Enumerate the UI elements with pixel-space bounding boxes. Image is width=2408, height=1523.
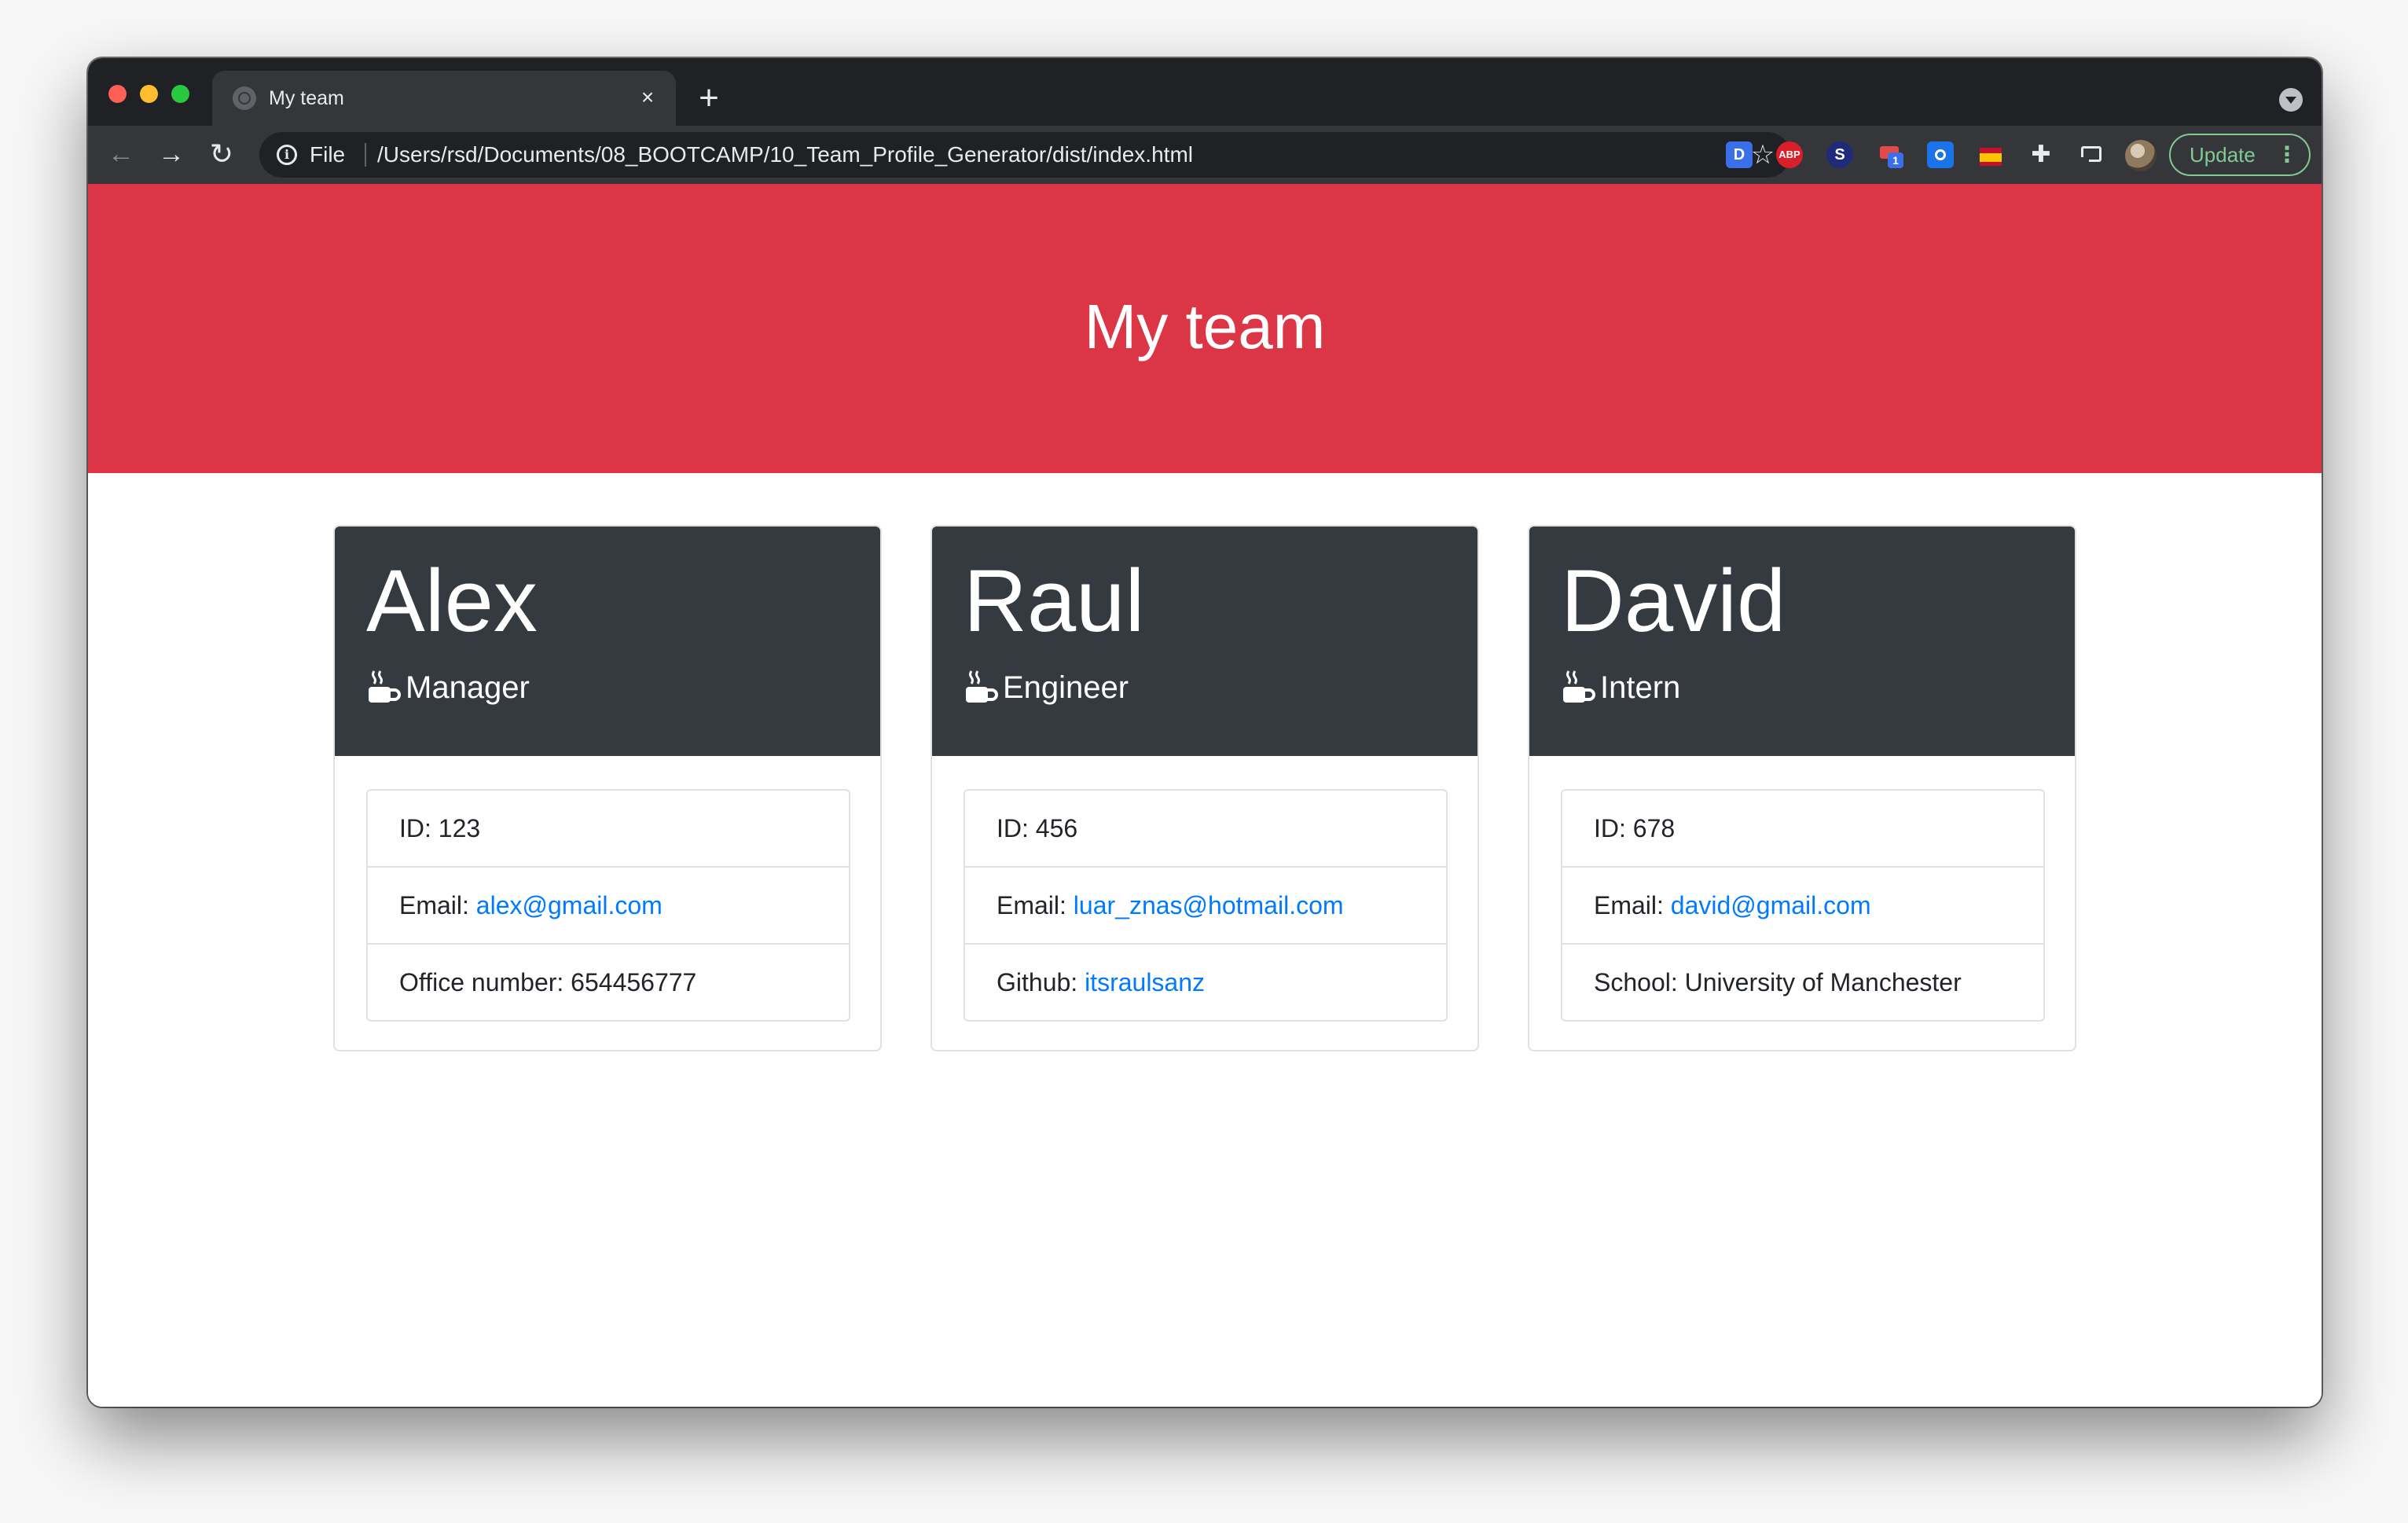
reload-icon[interactable]: ↻ <box>201 134 242 174</box>
employee-name: David <box>1561 552 1786 650</box>
browser-window: My team × + ← → ↻ i File /Users/rsd/Docu… <box>88 58 2322 1407</box>
cast-icon[interactable] <box>2078 141 2105 168</box>
globe-icon <box>233 86 256 110</box>
id-item: ID: 678 <box>1562 791 2043 868</box>
office-number-item: Office number: 654456777 <box>368 945 849 1020</box>
employee-card: David Intern ID: 678 Email: david@gmail.… <box>1528 525 2076 1051</box>
update-label: Update <box>2190 143 2256 167</box>
id-item: ID: 456 <box>965 791 1446 868</box>
employee-card: Alex Manager ID: 123 Email: alex@gmail.c… <box>333 525 882 1051</box>
forward-arrow-icon[interactable]: → <box>151 134 192 174</box>
id-item: ID: 123 <box>368 791 849 868</box>
extension-d-icon[interactable]: D <box>1726 141 1753 168</box>
school-item: School: University of Manchester <box>1562 945 2043 1020</box>
employee-name: Alex <box>366 552 538 650</box>
details-list: ID: 456 Email: luar_znas@hotmail.com Git… <box>964 789 1448 1022</box>
flag-stripe <box>1980 162 2002 166</box>
email-item: Email: david@gmail.com <box>1562 868 2043 945</box>
more-menu-icon[interactable]: ⋮ <box>2276 135 2298 174</box>
employee-role: Intern <box>1600 670 1681 705</box>
tab-strip: My team × + <box>88 58 2322 126</box>
extensions-puzzle-icon[interactable]: ✚ <box>2028 141 2054 168</box>
tab-my-team[interactable]: My team × <box>212 71 676 126</box>
flag-stripe <box>1980 148 2002 153</box>
address-bar[interactable]: i File /Users/rsd/Documents/08_BOOTCAMP/… <box>259 132 1790 178</box>
email-link[interactable]: david@gmail.com <box>1671 891 1871 919</box>
spain-flag-icon[interactable] <box>1977 141 2004 168</box>
email-item: Email: alex@gmail.com <box>368 868 849 945</box>
profile-avatar[interactable] <box>2125 140 2157 171</box>
tab-search-icon[interactable] <box>2279 88 2303 112</box>
extension-badge-icon[interactable]: 1 <box>1877 141 1903 168</box>
page-content: My team Alex Manager ID: 123 Email: alex… <box>88 184 2322 1407</box>
email-label: Email: <box>1594 891 1671 919</box>
url-text[interactable]: /Users/rsd/Documents/08_BOOTCAMP/10_Team… <box>377 142 1193 167</box>
details-list: ID: 123 Email: alex@gmail.com Office num… <box>366 789 850 1022</box>
info-icon[interactable]: i <box>277 145 297 165</box>
details-list: ID: 678 Email: david@gmail.com School: U… <box>1561 789 2045 1022</box>
school-label: School: University of Manchester <box>1594 968 1962 996</box>
extension-s-icon[interactable]: S <box>1826 141 1853 168</box>
id-label: ID: 678 <box>1594 814 1676 842</box>
card-header: Alex Manager <box>335 527 880 756</box>
card-header: David Intern <box>1529 527 2075 756</box>
mug-hot-icon <box>966 670 998 703</box>
employee-name: Raul <box>964 552 1145 650</box>
minimize-window-button[interactable] <box>140 85 158 103</box>
id-label: ID: 456 <box>997 814 1078 842</box>
close-tab-icon[interactable]: × <box>633 83 662 112</box>
address-divider <box>365 143 366 167</box>
email-item: Email: luar_znas@hotmail.com <box>965 868 1446 945</box>
header-banner: My team <box>88 184 2322 473</box>
office-number-label: Office number: 654456777 <box>399 968 697 996</box>
github-item: Github: itsraulsanz <box>965 945 1446 1020</box>
github-label: Github: <box>997 968 1085 996</box>
employee-card: Raul Engineer ID: 456 Email: luar_znas@h… <box>931 525 1479 1051</box>
screenshot-stage: My team × + ← → ↻ i File /Users/rsd/Docu… <box>0 0 2408 1523</box>
close-window-button[interactable] <box>108 85 127 103</box>
email-label: Email: <box>399 891 476 919</box>
id-label: ID: 123 <box>399 814 481 842</box>
browser-toolbar: ← → ↻ i File /Users/rsd/Documents/08_BOO… <box>88 126 2322 184</box>
mug-hot-icon <box>369 670 401 703</box>
email-label: Email: <box>997 891 1074 919</box>
new-tab-button[interactable]: + <box>693 81 725 116</box>
flag-stripe <box>1980 153 2002 162</box>
tab-title: My team <box>269 87 344 109</box>
employee-role: Engineer <box>1003 670 1129 705</box>
employee-role: Manager <box>406 670 530 705</box>
page-title: My team <box>1084 292 1326 361</box>
adblock-plus-icon[interactable]: ABP <box>1776 141 1803 168</box>
extension-badge-count: 1 <box>1888 152 1903 168</box>
mug-hot-icon <box>1563 670 1595 703</box>
email-link[interactable]: alex@gmail.com <box>476 891 663 919</box>
url-scheme-label: File <box>310 142 346 167</box>
card-header: Raul Engineer <box>932 527 1477 756</box>
camera-extension-icon[interactable] <box>1927 141 1954 168</box>
email-link[interactable]: luar_znas@hotmail.com <box>1074 891 1344 919</box>
update-button[interactable]: Update ⋮ <box>2169 134 2311 176</box>
back-arrow-icon[interactable]: ← <box>101 134 141 174</box>
github-link[interactable]: itsraulsanz <box>1085 968 1205 996</box>
zoom-window-button[interactable] <box>171 85 189 103</box>
